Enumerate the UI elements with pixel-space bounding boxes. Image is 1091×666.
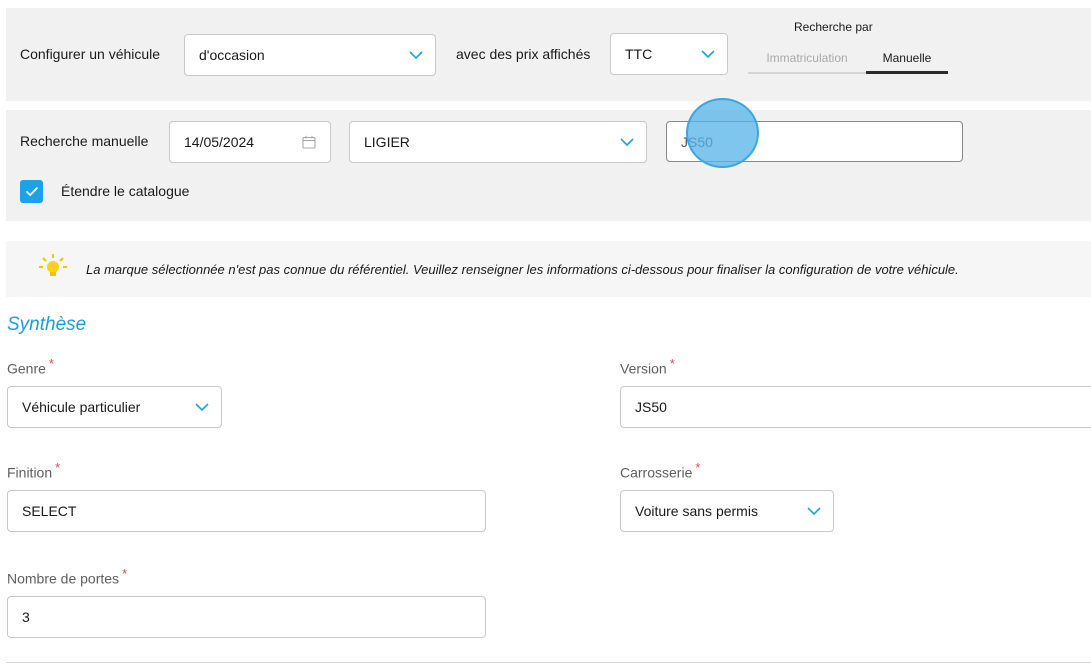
- carrosserie-value: Voiture sans permis: [635, 503, 758, 519]
- finition-input[interactable]: SELECT: [7, 490, 486, 532]
- chevron-down-icon: [701, 50, 715, 59]
- genre-label: Genre *: [7, 356, 54, 377]
- carrosserie-select[interactable]: Voiture sans permis: [620, 490, 834, 532]
- carrosserie-label: Carrosserie *: [620, 460, 701, 481]
- required-marker: *: [48, 356, 54, 371]
- chevron-down-icon: [620, 138, 634, 147]
- click-indicator: [686, 98, 759, 168]
- extend-catalog-label[interactable]: Étendre le catalogue: [61, 183, 189, 199]
- extend-catalog-checkbox[interactable]: [20, 180, 43, 203]
- vehicle-state-value: d'occasion: [199, 47, 265, 63]
- chevron-down-icon: [807, 507, 821, 516]
- price-mode-select[interactable]: TTC: [610, 33, 728, 75]
- lightbulb-icon: [38, 252, 68, 282]
- genre-select[interactable]: Véhicule particulier: [7, 386, 222, 428]
- portes-value: 3: [22, 609, 30, 625]
- section-title-synthese: Synthèse: [7, 314, 87, 335]
- version-value: JS50: [635, 399, 667, 415]
- tab-immatriculation[interactable]: Immatriculation: [748, 44, 866, 74]
- portes-label: Nombre de portes *: [7, 566, 128, 587]
- required-marker: *: [695, 460, 701, 475]
- required-marker: *: [122, 566, 128, 581]
- version-input[interactable]: JS50: [620, 386, 1091, 428]
- price-mode-value: TTC: [625, 46, 653, 62]
- configure-vehicle-label: Configurer un véhicule: [20, 46, 161, 62]
- divider: [6, 662, 1091, 663]
- info-message: La marque sélectionnée n'est pas connue …: [86, 261, 959, 277]
- chevron-down-icon: [195, 403, 209, 412]
- required-marker: *: [669, 356, 675, 371]
- required-marker: *: [55, 460, 61, 475]
- info-banner: La marque sélectionnée n'est pas connue …: [6, 241, 1091, 297]
- portes-input[interactable]: 3: [7, 596, 486, 638]
- tab-manuelle-label: Manuelle: [882, 50, 932, 65]
- check-icon: [25, 186, 38, 197]
- finition-value: SELECT: [22, 503, 77, 519]
- vehicle-state-select[interactable]: d'occasion: [184, 34, 436, 76]
- date-input[interactable]: 14/05/2024: [169, 121, 331, 163]
- tab-manuelle[interactable]: Manuelle: [866, 44, 948, 74]
- version-label: Version *: [620, 356, 675, 377]
- brand-value: LIGIER: [364, 134, 410, 150]
- search-by-title: Recherche par: [794, 20, 873, 34]
- genre-value: Véhicule particulier: [22, 399, 141, 415]
- tab-immatriculation-label: Immatriculation: [766, 51, 848, 65]
- calendar-icon[interactable]: [302, 135, 316, 149]
- chevron-down-icon: [409, 51, 423, 60]
- manual-search-label: Recherche manuelle: [20, 133, 149, 149]
- date-value: 14/05/2024: [184, 134, 255, 150]
- price-display-label: avec des prix affichés: [456, 46, 591, 62]
- finition-label: Finition *: [7, 460, 61, 481]
- brand-select[interactable]: LIGIER: [349, 121, 647, 163]
